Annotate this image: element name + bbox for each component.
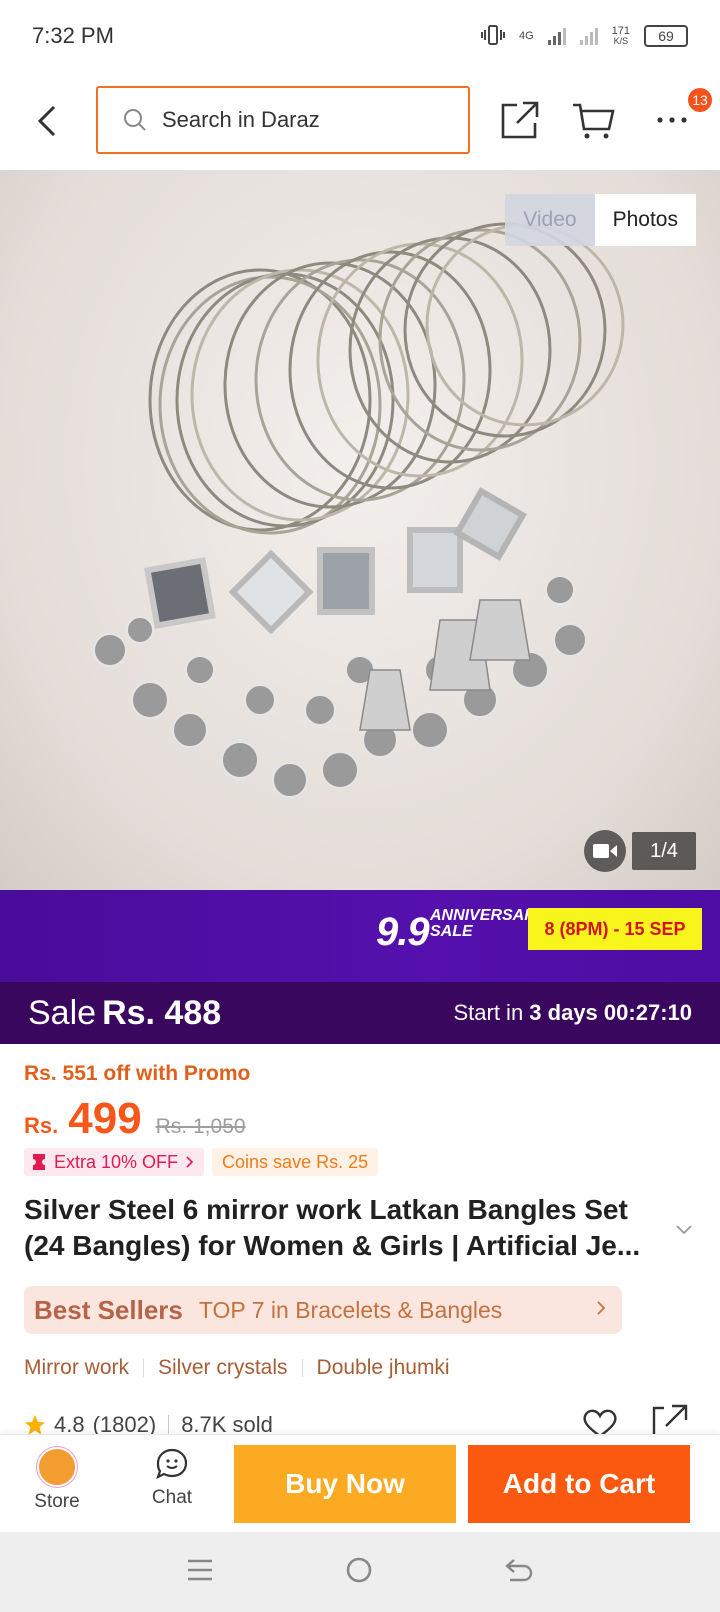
menu-icon xyxy=(187,1559,212,1580)
store-label: Store xyxy=(34,1491,80,1512)
feature-list: Mirror work Silver crystals Double jhumk… xyxy=(24,1356,450,1380)
sale-bar: Sale Rs. 488 Start in 3 days 00:27:10 xyxy=(0,982,720,1044)
coins-tag[interactable]: Coins save Rs. 25 xyxy=(212,1148,379,1176)
chat-icon xyxy=(156,1448,188,1480)
tab-video[interactable]: Video xyxy=(505,194,595,246)
chat-label: Chat xyxy=(151,1487,193,1508)
feature-divider xyxy=(301,1359,303,1377)
status-time: 7:32 PM xyxy=(32,23,114,48)
search-input[interactable]: Search in Daraz xyxy=(96,86,470,154)
net-speed-unit: K/S xyxy=(613,36,629,46)
video-camera-icon xyxy=(593,844,617,858)
sale-price-group: Sale Rs. 488 xyxy=(28,994,221,1033)
original-price: Rs. 1,050 xyxy=(155,1115,246,1138)
media-toggle: Video Photos xyxy=(505,194,696,246)
store-button[interactable]: Store xyxy=(22,1447,92,1513)
bottom-action-bar: Store Chat Buy Now Add to Cart xyxy=(0,1434,720,1532)
product-image xyxy=(93,222,625,798)
extra-off-tag[interactable]: Extra 10% OFF xyxy=(24,1148,205,1176)
vibrate-icon xyxy=(480,24,505,49)
chevron-right-icon xyxy=(597,1301,606,1315)
sale-label: Sale xyxy=(28,993,97,1032)
feature-item: Double jhumki xyxy=(316,1356,450,1379)
feature-item: Silver crystals xyxy=(158,1356,288,1379)
chevron-right-icon xyxy=(186,1156,194,1168)
best-seller-rank: TOP 7 in Bracelets & Bangles xyxy=(198,1296,503,1323)
feature-divider xyxy=(143,1359,144,1377)
image-counter: 1/4 xyxy=(632,832,696,870)
chevron-down-icon xyxy=(676,1225,692,1235)
share-icon xyxy=(652,1404,688,1434)
back-arrow-icon xyxy=(37,105,56,137)
search-icon xyxy=(124,109,146,131)
feature-item: Mirror work xyxy=(24,1356,129,1379)
expand-title-button[interactable] xyxy=(676,1222,692,1240)
back-button[interactable] xyxy=(20,94,74,148)
campaign-title: 9.9 xyxy=(376,910,430,954)
status-bar: 7:32 PM 4G 171 K/S 69 xyxy=(0,0,720,72)
rating-divider xyxy=(168,1415,170,1435)
cart-icon xyxy=(573,103,615,139)
currency-label: Rs. xyxy=(24,1113,59,1138)
home-circle-icon xyxy=(346,1557,372,1582)
search-placeholder: Search in Daraz xyxy=(162,107,320,132)
add-to-cart-button[interactable]: Add to Cart xyxy=(468,1445,690,1523)
promo-text[interactable]: Rs. 551 off with Promo xyxy=(24,1062,250,1086)
signal-icon xyxy=(547,27,566,45)
campaign-subtitle-line2: SALE xyxy=(430,923,473,940)
system-nav-bar xyxy=(0,1532,720,1612)
home-nav-button[interactable] xyxy=(345,1556,373,1589)
campaign-banner[interactable]: 9.9 ANNIVERSARY SALE 8 (8PM) - 15 SEP xyxy=(0,890,720,982)
cart-button[interactable] xyxy=(568,94,620,146)
best-seller-label: Best Sellers xyxy=(34,1294,183,1325)
notification-badge: 13 xyxy=(688,88,712,112)
price-row: Rs. 499 Rs. 1,050 xyxy=(24,1094,246,1144)
share-button[interactable] xyxy=(494,94,546,146)
more-button[interactable]: 13 xyxy=(646,88,712,146)
chat-button[interactable]: Chat xyxy=(140,1447,204,1509)
sale-countdown: Start in 3 days 00:27:10 xyxy=(453,1000,692,1026)
buy-now-button[interactable]: Buy Now xyxy=(234,1445,456,1523)
more-dots-icon xyxy=(657,117,687,123)
share-icon xyxy=(501,101,539,139)
start-prefix: Start in xyxy=(453,1000,530,1025)
sale-price: Rs. 488 xyxy=(102,993,222,1032)
net-speed: 171 K/S xyxy=(612,26,630,47)
play-video-button[interactable] xyxy=(584,830,626,872)
star-icon xyxy=(25,1415,45,1435)
menu-nav-button[interactable] xyxy=(186,1558,214,1587)
current-price: 499 xyxy=(68,1094,142,1143)
status-icons: 4G 171 K/S 69 xyxy=(480,24,688,49)
back-nav-icon xyxy=(505,1558,533,1581)
store-logo-icon xyxy=(37,1447,77,1487)
product-title: Silver Steel 6 mirror work Latkan Bangle… xyxy=(24,1194,641,1261)
battery-icon: 69 xyxy=(644,25,688,47)
tab-photos[interactable]: Photos xyxy=(594,194,696,246)
back-nav-button[interactable] xyxy=(504,1557,534,1588)
voucher-icon xyxy=(33,1154,45,1170)
campaign-dates: 8 (8PM) - 15 SEP xyxy=(528,908,702,950)
start-days: 3 days xyxy=(529,1000,598,1025)
best-seller-banner[interactable]: Best Sellers TOP 7 in Bracelets & Bangle… xyxy=(24,1286,622,1334)
network-type: 4G xyxy=(518,30,534,42)
signal-2-icon xyxy=(579,27,598,45)
top-header: Search in Daraz 13 xyxy=(0,72,720,170)
product-gallery[interactable]: Video Photos 1/4 xyxy=(0,170,720,890)
countdown-timer: 00:27:10 xyxy=(603,1000,692,1025)
voucher-tags: Extra 10% OFF Coins save Rs. 25 xyxy=(24,1148,379,1176)
extra-off-label: Extra 10% OFF xyxy=(54,1151,179,1172)
